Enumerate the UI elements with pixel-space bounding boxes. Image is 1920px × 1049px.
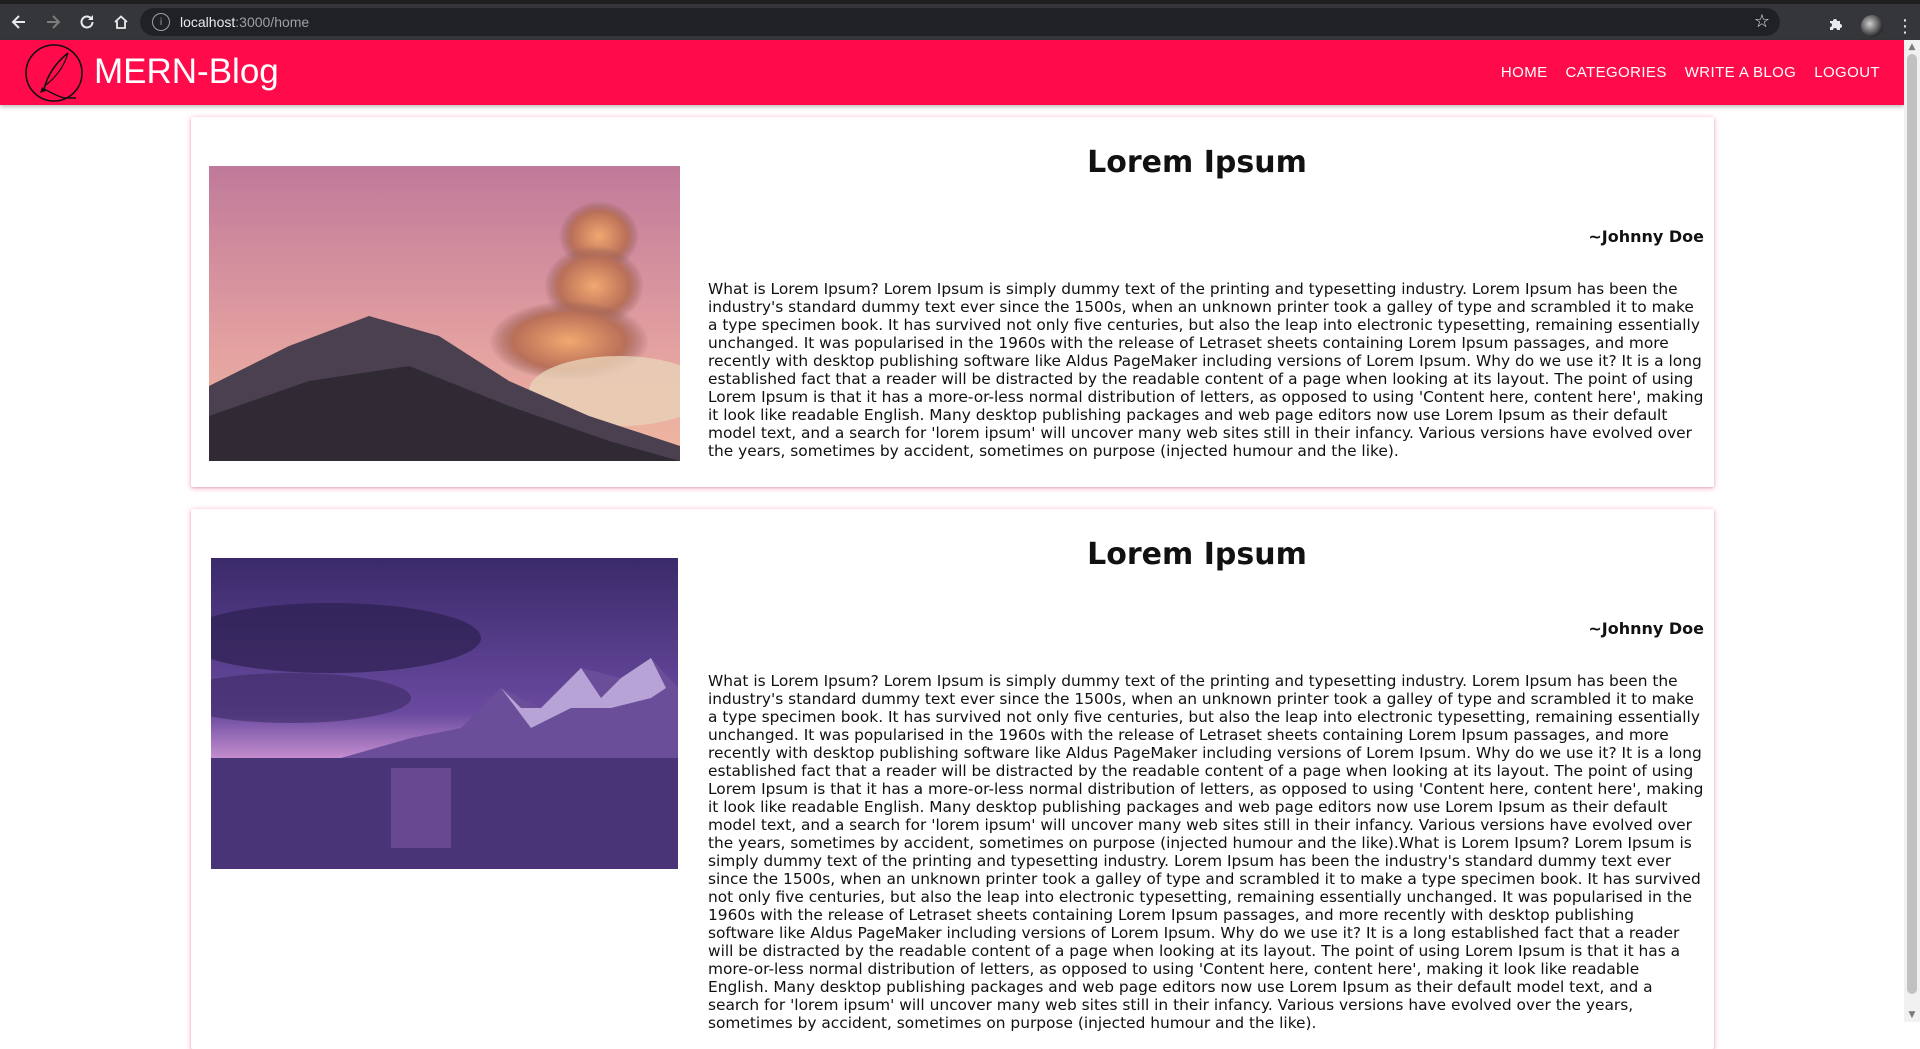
- browser-actions: ⋮: [1818, 8, 1920, 44]
- quill-logo-icon[interactable]: [24, 43, 84, 103]
- nav-logout[interactable]: LOGOUT: [1814, 64, 1880, 81]
- app-header: MERN-Blog HOME CATEGORIES WRITE A BLOG L…: [0, 40, 1904, 105]
- profile-avatar[interactable]: [1861, 15, 1883, 37]
- post-title[interactable]: Lorem Ipsum: [707, 537, 1687, 572]
- blog-card[interactable]: Lorem Ipsum ~Johnny Doe What is Lorem Ip…: [191, 117, 1714, 487]
- reload-icon[interactable]: [72, 7, 102, 37]
- url-text[interactable]: localhost:3000/home: [180, 14, 309, 30]
- post-title[interactable]: Lorem Ipsum: [707, 145, 1687, 180]
- main-nav: HOME CATEGORIES WRITE A BLOG LOGOUT: [1483, 64, 1880, 81]
- nav-home[interactable]: HOME: [1501, 64, 1548, 81]
- post-author: ~Johnny Doe: [1588, 619, 1704, 638]
- forward-icon[interactable]: [38, 7, 68, 37]
- post-author: ~Johnny Doe: [1588, 227, 1704, 246]
- site-info-icon[interactable]: i: [152, 13, 170, 31]
- blog-card[interactable]: Lorem Ipsum ~Johnny Doe What is Lorem Ip…: [191, 509, 1714, 1049]
- nav-write-a-blog[interactable]: WRITE A BLOG: [1685, 64, 1797, 81]
- scroll-up-icon[interactable]: ▲: [1907, 42, 1917, 52]
- post-image-mountains: [211, 558, 678, 869]
- post-body: What is Lorem Ipsum? Lorem Ipsum is simp…: [708, 280, 1704, 460]
- brand-title[interactable]: MERN-Blog: [94, 52, 279, 92]
- home-icon[interactable]: [106, 7, 136, 37]
- scroll-thumb[interactable]: [1907, 54, 1917, 994]
- star-icon[interactable]: ☆: [1754, 11, 1770, 32]
- scroll-down-icon[interactable]: ▼: [1907, 1010, 1917, 1020]
- back-icon[interactable]: [4, 7, 34, 37]
- browser-toolbar: i localhost:3000/home ☆ ⋮: [0, 4, 1920, 40]
- puzzle-icon[interactable]: [1818, 16, 1854, 36]
- page-scrollbar[interactable]: ▲ ▼: [1904, 40, 1920, 1022]
- address-bar[interactable]: i localhost:3000/home ☆: [140, 8, 1780, 36]
- nav-categories[interactable]: CATEGORIES: [1566, 64, 1667, 81]
- kebab-icon[interactable]: ⋮: [1890, 16, 1920, 37]
- post-image-volcano: [209, 166, 680, 461]
- post-body: What is Lorem Ipsum? Lorem Ipsum is simp…: [708, 672, 1704, 1032]
